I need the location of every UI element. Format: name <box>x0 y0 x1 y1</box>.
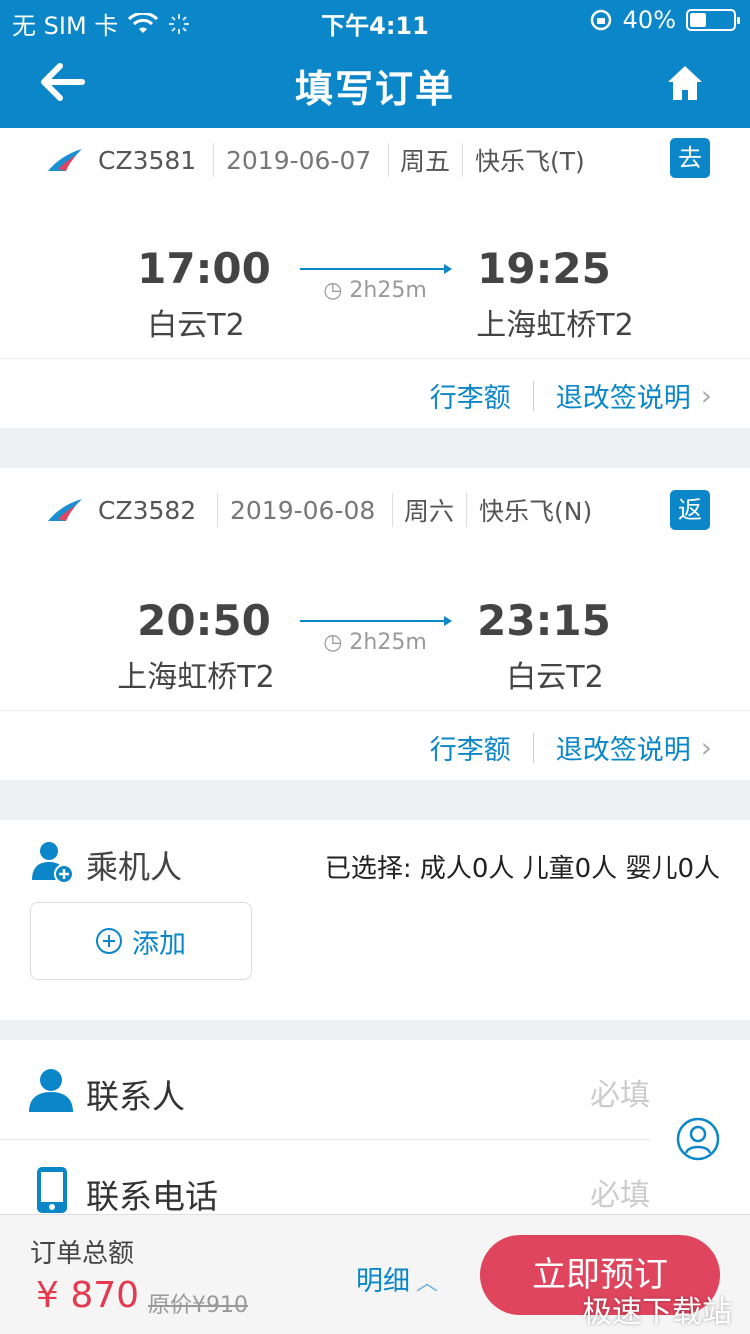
passenger-title: 乘机人 <box>86 848 183 886</box>
chevron-up-icon: ︿ <box>416 1271 439 1296</box>
flight-weekday: 周六 <box>404 497 455 526</box>
departure-time: 20:50 <box>137 596 271 645</box>
battery-level <box>690 13 706 27</box>
original-price: 原价¥910 <box>148 1293 248 1318</box>
rotation-lock-icon <box>590 9 611 31</box>
battery-icon <box>686 9 740 31</box>
divider <box>217 493 218 527</box>
cabin-class: 快乐飞(N) <box>479 497 593 526</box>
flight-links: 行李额 退改签说明 › <box>430 728 712 767</box>
watermark-text: 极速下载站 <box>582 1295 732 1330</box>
flight-date: 2019-06-08 <box>230 495 376 525</box>
status-bar: 无 SIM 卡 下午4:11 40% <box>0 0 750 40</box>
add-passenger-label: 添加 <box>132 928 186 960</box>
order-total-label: 订单总额 <box>30 1239 135 1269</box>
divider <box>462 143 463 177</box>
top-bar: 无 SIM 卡 下午4:11 40% 填写订单 <box>0 0 750 128</box>
flight-duration-value: 2h25m <box>349 630 427 655</box>
contact-phone-label: 联系电话 <box>86 1177 218 1216</box>
contact-name-row[interactable]: 联系人 必填 <box>0 1040 650 1136</box>
flight-arrow <box>300 616 452 626</box>
contact-name-input[interactable]: 必填 <box>590 1070 650 1114</box>
divider <box>466 493 467 527</box>
clock-icon: ◷ <box>323 630 350 655</box>
flight-header: CZ3582 2019-06-08 周六 快乐飞(N) 返 <box>0 490 750 530</box>
flight-weekday: 周五 <box>400 147 451 176</box>
add-passenger-icon <box>32 842 74 884</box>
divider <box>388 143 389 177</box>
arrival-airport: 白云T2 <box>506 660 604 695</box>
cabin-class: 快乐飞(T) <box>475 147 585 176</box>
add-passenger-button[interactable]: 添加 <box>30 902 252 980</box>
direction-badge: 去 <box>670 138 710 178</box>
contact-picker-icon[interactable] <box>676 1117 720 1161</box>
home-icon[interactable] <box>666 64 704 102</box>
passenger-count-summary: 已选择: 成人0人 儿童0人 婴儿0人 <box>324 854 720 884</box>
flight-number: CZ3581 <box>98 145 197 175</box>
battery-percent: 40% <box>622 6 676 34</box>
card-divider <box>0 710 750 711</box>
phone-icon <box>37 1167 67 1213</box>
arrival-airport: 上海虹桥T2 <box>476 308 634 343</box>
page-title: 填写订单 <box>294 67 455 111</box>
chevron-right-icon: › <box>700 731 712 764</box>
direction-badge: 返 <box>670 490 710 530</box>
card-divider <box>0 358 750 359</box>
clock-icon: ◷ <box>323 278 350 303</box>
arrival-time: 23:15 <box>477 596 611 645</box>
flight-number: CZ3582 <box>98 495 197 525</box>
baggage-link[interactable]: 行李额 <box>430 376 511 415</box>
baggage-link[interactable]: 行李额 <box>430 728 511 767</box>
departure-airport: 白云T2 <box>147 308 245 343</box>
price-detail-label: 明细 <box>356 1266 410 1297</box>
airline-logo-icon <box>48 149 82 171</box>
divider <box>532 380 534 411</box>
flight-header: CZ3581 2019-06-07 周五 快乐飞(T) 去 <box>0 138 750 178</box>
flight-arrow <box>300 264 452 274</box>
flight-links: 行李额 退改签说明 › <box>430 376 712 415</box>
contact-phone-input[interactable]: 必填 <box>590 1170 650 1214</box>
return-flight-card: CZ3582 2019-06-08 周六 快乐飞(N) 返 20:50 上海虹桥… <box>0 468 750 780</box>
price-detail-button[interactable]: 明细 ︿ <box>356 1259 438 1298</box>
order-total-price: ¥ 870 <box>36 1275 140 1316</box>
passenger-section: 乘机人 已选择: 成人0人 儿童0人 婴儿0人 添加 <box>0 820 750 1020</box>
airline-logo-icon <box>48 499 82 521</box>
flight-duration-value: 2h25m <box>349 278 427 303</box>
arrival-time: 19:25 <box>477 244 611 293</box>
outbound-flight-card: CZ3581 2019-06-07 周五 快乐飞(T) 去 17:00 白云T2… <box>0 128 750 428</box>
chevron-right-icon: › <box>700 379 712 412</box>
contact-name-label: 联系人 <box>86 1077 185 1116</box>
refund-rules-link[interactable]: 退改签说明 <box>556 376 691 415</box>
person-icon <box>29 1069 73 1112</box>
divider <box>392 493 393 527</box>
plus-circle-icon <box>96 928 122 954</box>
divider <box>213 143 214 177</box>
refund-rules-link[interactable]: 退改签说明 <box>556 728 691 767</box>
divider <box>532 732 534 763</box>
contact-section: 联系人 必填 联系电话 必填 <box>0 1040 750 1220</box>
departure-airport: 上海虹桥T2 <box>117 660 275 695</box>
divider <box>0 1139 650 1140</box>
flight-date: 2019-06-07 <box>226 145 372 175</box>
departure-time: 17:00 <box>137 244 271 293</box>
